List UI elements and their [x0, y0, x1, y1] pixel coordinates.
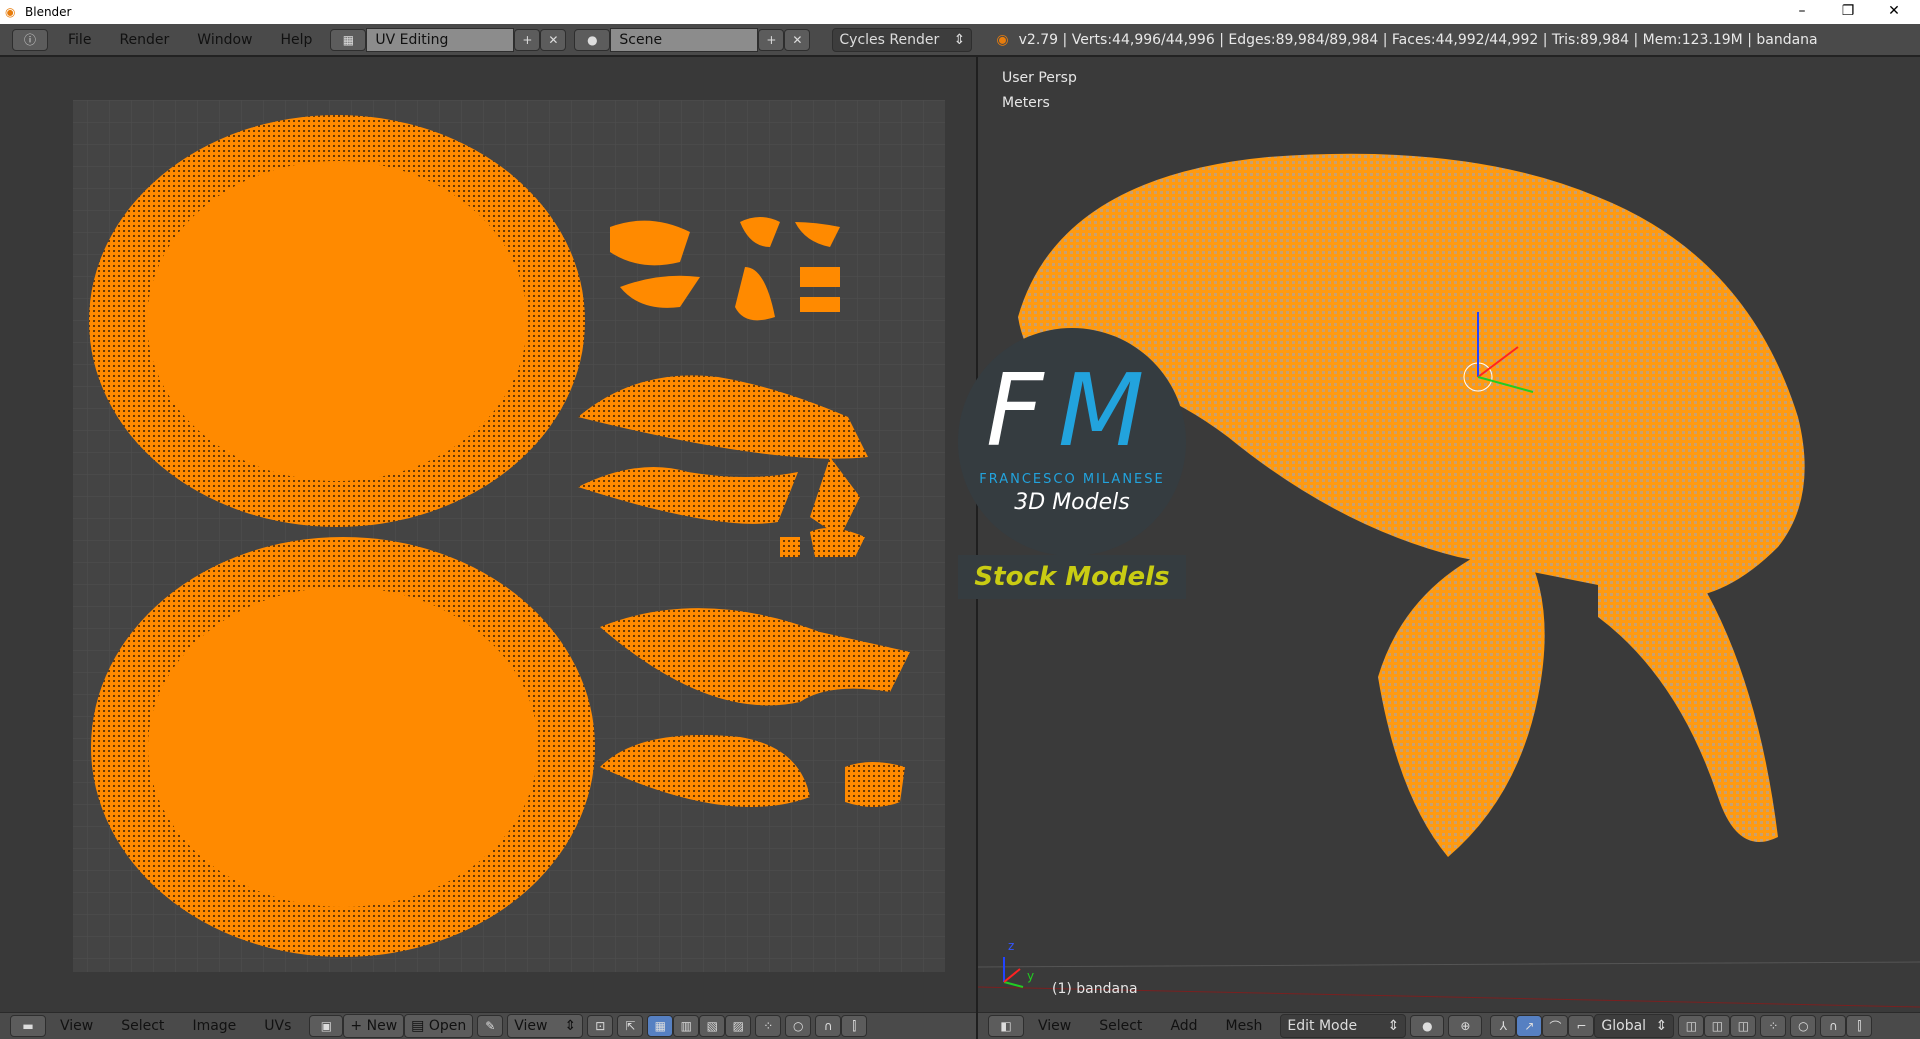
- pivot-icon[interactable]: ⊡: [587, 1015, 614, 1037]
- scene-icon[interactable]: ●: [574, 28, 611, 51]
- folder-icon: ▤: [411, 1018, 429, 1034]
- open-label: Open: [428, 1018, 467, 1034]
- viewport-header: ◧ View Select Add Mesh Edit Mode ⇕ ● ⊕ ⅄ …: [978, 1012, 1920, 1039]
- translate-icon[interactable]: ↗: [1516, 1015, 1543, 1037]
- sync-selection-icon[interactable]: ⇱: [617, 1015, 644, 1037]
- uv-menu-view[interactable]: View: [46, 1018, 107, 1034]
- scene-field[interactable]: Scene: [610, 27, 759, 52]
- menu-window[interactable]: Window: [183, 32, 266, 48]
- blender-logo-icon: ◉: [5, 5, 16, 19]
- pivot-icon[interactable]: ⊕: [1448, 1015, 1483, 1037]
- active-object-label: (1) bandana: [1052, 981, 1138, 997]
- updown-icon: ⇕: [953, 31, 966, 48]
- uv-editor-header: ▬ View Select Image UVs ▣ + New ▤ Open ✎…: [0, 1012, 976, 1039]
- vertex-mode-icon[interactable]: ◫: [1678, 1015, 1705, 1037]
- snap-icon[interactable]: ∩: [815, 1015, 842, 1037]
- window-titlebar: ◉ Blender – ❐ ✕: [0, 0, 1920, 24]
- screen-layout-icon[interactable]: ▦: [330, 28, 367, 51]
- window-title: Blender: [25, 5, 72, 19]
- axis-indicator: [1003, 957, 1024, 988]
- uv-menu-uvs[interactable]: UVs: [250, 1018, 305, 1034]
- add-layout-icon[interactable]: +: [514, 28, 541, 51]
- scale-icon[interactable]: ⌐: [1568, 1015, 1595, 1037]
- orientation-select[interactable]: Global ⇕: [1594, 1014, 1675, 1038]
- watermark-logo: F M FRANCESCO MILANESE 3D Models: [958, 328, 1186, 556]
- uv-menu-select[interactable]: Select: [107, 1018, 178, 1034]
- face-mode-icon[interactable]: ◫: [1730, 1015, 1757, 1037]
- proportional-edit-icon[interactable]: ○: [1790, 1015, 1817, 1037]
- screen-layout-field[interactable]: UV Editing: [366, 27, 515, 52]
- vp-menu-add[interactable]: Add: [1156, 1018, 1211, 1034]
- plus-icon: +: [350, 1018, 367, 1034]
- info-editor-type-icon[interactable]: ⓘ: [12, 28, 48, 51]
- vp-menu-mesh[interactable]: Mesh: [1212, 1018, 1277, 1034]
- occlude-geometry-icon[interactable]: ⁘: [1760, 1015, 1787, 1037]
- image-browse-icon[interactable]: ▣: [309, 1015, 344, 1037]
- editor-type-icon[interactable]: ▬: [10, 1015, 46, 1037]
- screen-layout-name: UV Editing: [375, 31, 449, 48]
- axis-z-label: z: [1008, 939, 1015, 953]
- units-label: Meters: [1002, 95, 1050, 111]
- menu-help[interactable]: Help: [266, 32, 326, 48]
- mode-select[interactable]: Edit Mode ⇕: [1280, 1014, 1407, 1038]
- updown-icon: ⇕: [1387, 1018, 1400, 1034]
- stock-models-badge: Stock Models: [958, 555, 1186, 599]
- open-image-button[interactable]: ▤ Open: [404, 1014, 474, 1038]
- face-select-icon[interactable]: ▧: [699, 1015, 726, 1037]
- editor-type-icon[interactable]: ◧: [988, 1015, 1024, 1037]
- axis-y-label: y: [1027, 969, 1035, 983]
- scene-name: Scene: [619, 31, 663, 48]
- delete-scene-icon[interactable]: ✕: [784, 28, 811, 51]
- logo-letter-f: F: [986, 352, 1044, 469]
- logo-name: FRANCESCO MILANESE: [979, 472, 1165, 487]
- manipulator-toggle-icon[interactable]: ⅄: [1490, 1015, 1517, 1037]
- view-mode-select[interactable]: View ⇕: [507, 1014, 584, 1038]
- proportional-edit-icon[interactable]: ○: [785, 1015, 812, 1037]
- mode-label: Edit Mode: [1287, 1018, 1358, 1034]
- render-engine-select[interactable]: Cycles Render ⇕: [832, 27, 973, 52]
- uv-menu-image[interactable]: Image: [178, 1018, 250, 1034]
- minimize-button[interactable]: –: [1780, 0, 1824, 24]
- view-mode-label: View: [514, 1018, 548, 1034]
- vp-menu-view[interactable]: View: [1024, 1018, 1085, 1034]
- orientation-label: Global: [1601, 1018, 1647, 1034]
- info-header: ⓘ File Render Window Help ▦ UV Editing +…: [0, 24, 1920, 57]
- edge-select-icon[interactable]: ▥: [673, 1015, 700, 1037]
- island-select-icon[interactable]: ▨: [725, 1015, 752, 1037]
- sticky-select-icon[interactable]: ⁘: [755, 1015, 782, 1037]
- vp-menu-select[interactable]: Select: [1085, 1018, 1156, 1034]
- snap-icon[interactable]: ∩: [1820, 1015, 1847, 1037]
- add-scene-icon[interactable]: +: [758, 28, 785, 51]
- logo-letter-m: M: [1058, 352, 1145, 469]
- rotate-icon[interactable]: ⌒: [1542, 1015, 1569, 1037]
- pin-icon[interactable]: ✎: [477, 1015, 504, 1037]
- uv-canvas[interactable]: [0, 57, 976, 1012]
- snap-element-icon[interactable]: ⫿: [841, 1015, 868, 1037]
- new-image-button[interactable]: + New: [343, 1014, 405, 1038]
- blender-logo-icon: ◉: [996, 31, 1009, 48]
- menu-file[interactable]: File: [54, 32, 105, 48]
- edge-mode-icon[interactable]: ◫: [1704, 1015, 1731, 1037]
- updown-icon: ⇕: [1655, 1018, 1668, 1034]
- updown-icon: ⇕: [564, 1018, 577, 1034]
- close-button[interactable]: ✕: [1872, 0, 1916, 24]
- new-label: New: [366, 1018, 398, 1034]
- scene-stats: v2.79 | Verts:44,996/44,996 | Edges:89,9…: [1018, 31, 1818, 48]
- restore-button[interactable]: ❐: [1826, 0, 1870, 24]
- snap-element-icon[interactable]: ⫿: [1846, 1015, 1873, 1037]
- view-name: User Persp: [1002, 70, 1077, 86]
- delete-layout-icon[interactable]: ✕: [540, 28, 567, 51]
- shading-icon[interactable]: ●: [1410, 1015, 1445, 1037]
- menu-render[interactable]: Render: [105, 32, 183, 48]
- render-engine-label: Cycles Render: [839, 31, 940, 48]
- logo-subtitle: 3D Models: [1014, 490, 1130, 515]
- uv-editor[interactable]: [0, 57, 976, 1012]
- vertex-select-icon[interactable]: ▦: [647, 1015, 674, 1037]
